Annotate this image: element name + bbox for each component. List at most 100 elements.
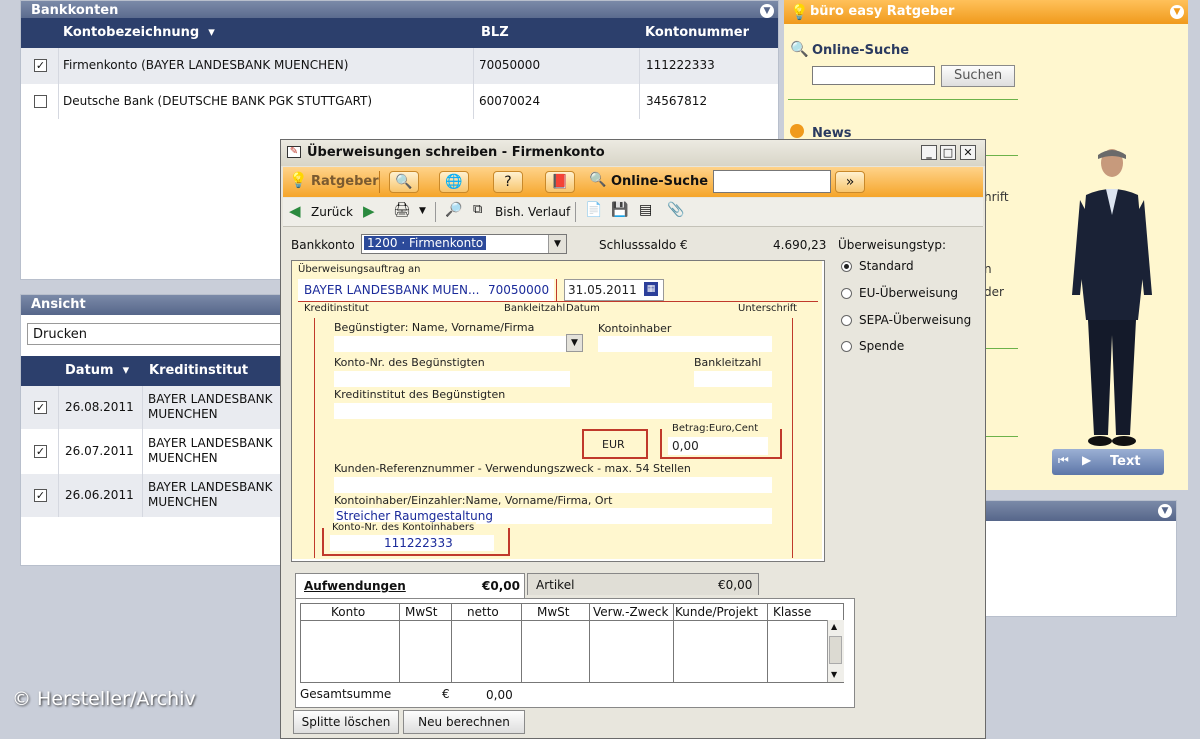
video-controls: ⏮ ▶ Text — [1052, 449, 1164, 475]
bankkonto-select[interactable]: 1200 · Firmenkonto ▼ — [361, 234, 567, 254]
bankleitzahl-label: Bankleitzahl — [504, 303, 566, 314]
search-button[interactable]: Suchen — [941, 65, 1015, 87]
scroll-up-icon[interactable]: ▲ — [831, 622, 837, 631]
column-divider — [767, 604, 768, 682]
tab-artikel[interactable]: Artikel €0,00 — [527, 573, 759, 595]
news-icon — [790, 124, 804, 138]
col-verwzweck: Verw.-Zweck — [593, 605, 669, 619]
book-icon[interactable]: 📕 — [545, 171, 575, 193]
view-select[interactable]: Drucken — [27, 323, 287, 345]
column-header-blz[interactable]: BLZ — [481, 18, 509, 48]
delete-split-button[interactable]: Splitte löschen — [293, 710, 399, 734]
column-header-kontonummer[interactable]: Kontonummer — [645, 18, 749, 48]
history-button[interactable]: Bish. Verlauf — [495, 205, 570, 219]
back-button[interactable]: Zurück — [311, 205, 353, 219]
text-button[interactable]: Text — [1110, 454, 1141, 469]
attach-icon[interactable]: 📎 — [667, 202, 684, 218]
kontonr-beg-input[interactable] — [334, 371, 570, 387]
column-header-kreditinstitut[interactable]: Kreditinstitut — [149, 356, 248, 386]
amount-value: 0,00 — [672, 439, 699, 453]
collapse-icon[interactable]: ▼ — [760, 4, 774, 18]
find-icon[interactable]: 🔎 — [445, 202, 462, 218]
scrollbar[interactable]: ▲ ▼ — [827, 620, 844, 682]
column-divider — [673, 604, 674, 682]
printer-icon[interactable]: 🖨 — [393, 202, 411, 218]
column-header-datum[interactable]: Datum ▾ — [65, 356, 129, 386]
kreditinstitut-label: Kreditinstitut — [304, 303, 369, 314]
ueberweisungstyp-label: Überweisungstyp: — [838, 238, 947, 252]
row-checkbox[interactable]: ✓ — [34, 59, 47, 72]
row-bank-line2: MUENCHEN — [148, 495, 218, 509]
chevron-down-icon[interactable]: ▼ — [548, 235, 566, 253]
globe-icon[interactable]: 🌐 — [439, 171, 469, 193]
play-icon[interactable]: ▶ — [1082, 453, 1091, 467]
collapse-icon[interactable]: ▼ — [1158, 504, 1172, 518]
forward-arrow-icon[interactable]: ▶ — [363, 202, 375, 220]
presenter-figure — [1072, 149, 1152, 446]
row-checkbox[interactable]: ✓ — [34, 401, 47, 414]
tab-label: Aufwendungen — [304, 579, 406, 593]
scroll-thumb[interactable] — [829, 636, 842, 664]
beguenstigter-input[interactable] — [334, 336, 566, 352]
online-search-input[interactable] — [713, 170, 831, 193]
row-bank-line1: BAYER LANDESBANK — [148, 392, 273, 406]
tab-amount: €0,00 — [718, 578, 753, 592]
row-checkbox[interactable]: ✓ — [34, 489, 47, 502]
list-item[interactable]: ✓ 26.07.2011 BAYER LANDESBANK MUENCHEN — [21, 430, 283, 473]
row-checkbox[interactable] — [34, 95, 47, 108]
divider — [435, 202, 436, 222]
history-icon[interactable]: ⧉ — [473, 202, 482, 217]
skip-back-icon[interactable]: ⏮ — [1058, 453, 1069, 468]
dialog-titlebar[interactable]: ✎ Überweisungen schreiben - Firmenkonto … — [281, 140, 985, 166]
einzahler-label: Kontoinhaber/Einzahler:Name, Vorname/Fir… — [334, 494, 613, 507]
maximize-button[interactable]: □ — [940, 145, 956, 160]
col-netto: netto — [467, 605, 499, 619]
red-divider — [298, 301, 818, 302]
chevron-down-icon[interactable]: ▼ — [566, 334, 583, 352]
ansicht-panel: Ansicht Drucken Datum ▾ Kreditinstitut ✓… — [20, 294, 287, 566]
save-icon[interactable]: 💾 — [611, 202, 628, 218]
transfer-form-frame: Überweisungsauftrag an BAYER LANDESBANK … — [291, 260, 825, 562]
account-blz: 60070024 — [479, 94, 541, 108]
account-number: 34567812 — [646, 94, 708, 108]
row-date: 26.06.2011 — [65, 488, 134, 502]
column-header-kontobezeichnung[interactable]: Kontobezeichnung ▾ — [63, 18, 215, 48]
collapse-icon[interactable]: ▼ — [1170, 5, 1184, 19]
scroll-down-icon[interactable]: ▼ — [831, 670, 837, 679]
kontoinhaber-input[interactable] — [598, 336, 772, 352]
ratgeber-search-input[interactable] — [812, 66, 935, 85]
account-name: Deutsche Bank (DEUTSCHE BANK PGK STUTTGA… — [63, 94, 373, 108]
list-item[interactable]: ✓ 26.08.2011 BAYER LANDESBANK MUENCHEN — [21, 386, 283, 429]
bankleitzahl-input[interactable] — [694, 371, 772, 387]
table-row[interactable]: Deutsche Bank (DEUTSCHE BANK PGK STUTTGA… — [21, 85, 778, 119]
table-row[interactable]: ✓ Firmenkonto (BAYER LANDESBANK MUENCHEN… — [21, 48, 778, 84]
partial-text: hrift — [984, 190, 1009, 204]
type-label: Spende — [859, 339, 905, 353]
ratgeber-label[interactable]: Ratgeber — [311, 174, 379, 189]
close-button[interactable]: ✕ — [960, 145, 976, 160]
list-icon[interactable]: ▤ — [639, 202, 652, 218]
minimize-button[interactable]: _ — [921, 145, 937, 160]
search-icon: 🔍 — [790, 40, 809, 58]
row-date: 26.08.2011 — [65, 400, 134, 414]
bank-blz: 70050000 — [488, 283, 550, 297]
schlusssaldo-value: 4.690,23 — [773, 238, 827, 252]
back-arrow-icon[interactable]: ◀ — [289, 202, 301, 220]
search-icon[interactable]: 🔍 — [389, 171, 419, 193]
tab-aufwendungen[interactable]: Aufwendungen €0,00 — [295, 573, 525, 598]
go-button[interactable]: » — [835, 171, 865, 193]
ratgeber-title: büro easy Ratgeber — [810, 4, 955, 19]
list-item[interactable]: ✓ 26.06.2011 BAYER LANDESBANK MUENCHEN — [21, 474, 283, 517]
account-name: Firmenkonto (BAYER LANDESBANK MUENCHEN) — [63, 58, 349, 72]
search-icon: 🔍 — [589, 172, 607, 188]
chevron-down-icon[interactable]: ▼ — [419, 206, 426, 216]
calendar-icon[interactable]: ▦ — [644, 282, 658, 296]
recalculate-button[interactable]: Neu berechnen — [403, 710, 525, 734]
help-icon[interactable]: ? — [493, 171, 523, 193]
ueberweisung-dialog: ✎ Überweisungen schreiben - Firmenkonto … — [280, 139, 986, 739]
row-checkbox[interactable]: ✓ — [34, 445, 47, 458]
referenz-input[interactable] — [334, 477, 772, 493]
new-doc-icon[interactable]: 📄 — [585, 202, 602, 218]
kreditinstitut-beg-input[interactable] — [334, 403, 772, 419]
auftrag-an-label: Überweisungsauftrag an — [298, 264, 421, 275]
